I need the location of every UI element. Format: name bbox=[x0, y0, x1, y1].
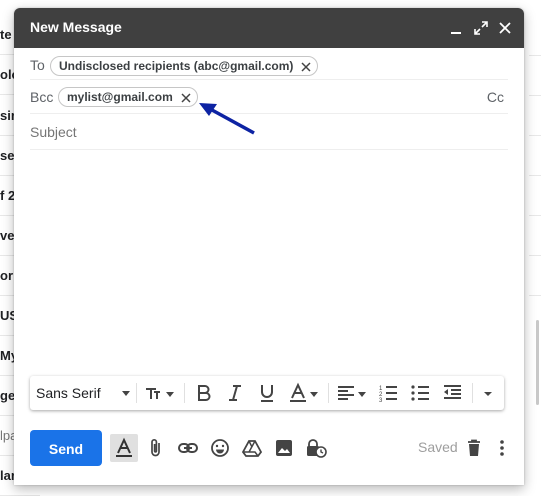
font-select-value: Sans Serif bbox=[36, 385, 101, 401]
to-field[interactable]: To Undisclosed recipients (abc@gmail.com… bbox=[30, 48, 508, 80]
formatting-options-icon[interactable] bbox=[110, 434, 138, 462]
text-size-icon[interactable] bbox=[142, 380, 178, 406]
more-formatting-icon[interactable] bbox=[478, 380, 498, 406]
insert-photo-icon[interactable] bbox=[270, 434, 298, 462]
divider bbox=[529, 215, 541, 216]
expand-icon[interactable] bbox=[471, 18, 491, 38]
text-color-icon[interactable] bbox=[286, 380, 322, 406]
divider bbox=[184, 383, 185, 403]
more-options-icon[interactable] bbox=[488, 434, 516, 462]
divider bbox=[529, 255, 541, 256]
compose-window: New Message To Undisclosed recipients (a… bbox=[14, 8, 524, 485]
chevron-down-icon bbox=[122, 391, 130, 396]
subject-input[interactable] bbox=[30, 122, 500, 142]
to-recipient-text: Undisclosed recipients (abc@gmail.com) bbox=[59, 59, 294, 73]
to-recipient-chip[interactable]: Undisclosed recipients (abc@gmail.com) bbox=[50, 56, 319, 76]
compose-titlebar[interactable]: New Message bbox=[14, 8, 524, 48]
svg-text:3: 3 bbox=[379, 398, 383, 404]
to-label: To bbox=[30, 57, 45, 73]
discard-icon[interactable] bbox=[460, 434, 488, 462]
attach-icon[interactable] bbox=[142, 434, 170, 462]
compose-title: New Message bbox=[30, 19, 122, 35]
scrollbar-thumb[interactable] bbox=[536, 320, 539, 405]
remove-recipient-icon[interactable] bbox=[180, 91, 192, 103]
font-select[interactable]: Sans Serif bbox=[36, 380, 130, 406]
cc-link[interactable]: Cc bbox=[487, 89, 504, 105]
bcc-label: Bcc bbox=[30, 89, 54, 105]
divider bbox=[529, 175, 541, 176]
subject-row bbox=[30, 114, 508, 150]
divider bbox=[328, 383, 329, 403]
underline-icon[interactable] bbox=[254, 380, 280, 406]
drive-icon[interactable] bbox=[238, 434, 266, 462]
divider bbox=[529, 135, 541, 136]
bcc-recipient-chip[interactable]: mylist@gmail.com bbox=[58, 87, 198, 107]
divider bbox=[529, 295, 541, 296]
divider bbox=[472, 383, 473, 403]
formatting-toolbar: Sans Serif 1 2 3 bbox=[30, 376, 504, 410]
confidential-mode-icon[interactable] bbox=[302, 434, 330, 462]
minimize-icon[interactable] bbox=[446, 18, 466, 38]
bcc-recipient-text: mylist@gmail.com bbox=[67, 90, 173, 104]
bcc-field[interactable]: Bcc mylist@gmail.com Cc bbox=[30, 80, 508, 114]
divider bbox=[529, 95, 541, 96]
italic-icon[interactable] bbox=[222, 380, 248, 406]
divider bbox=[529, 55, 541, 56]
saved-status: Saved bbox=[418, 439, 458, 455]
remove-recipient-icon[interactable] bbox=[300, 60, 312, 72]
bulleted-list-icon[interactable] bbox=[408, 380, 434, 406]
indent-less-icon[interactable] bbox=[440, 380, 466, 406]
insert-link-icon[interactable] bbox=[174, 434, 202, 462]
inbox-right-edge bbox=[530, 0, 541, 485]
bold-icon[interactable] bbox=[190, 380, 216, 406]
close-icon[interactable] bbox=[495, 18, 515, 38]
numbered-list-icon[interactable]: 1 2 3 bbox=[376, 380, 402, 406]
emoji-icon[interactable] bbox=[206, 434, 234, 462]
divider bbox=[136, 383, 137, 403]
align-icon[interactable] bbox=[334, 380, 370, 406]
message-body[interactable] bbox=[30, 150, 508, 375]
send-button[interactable]: Send bbox=[30, 430, 102, 466]
